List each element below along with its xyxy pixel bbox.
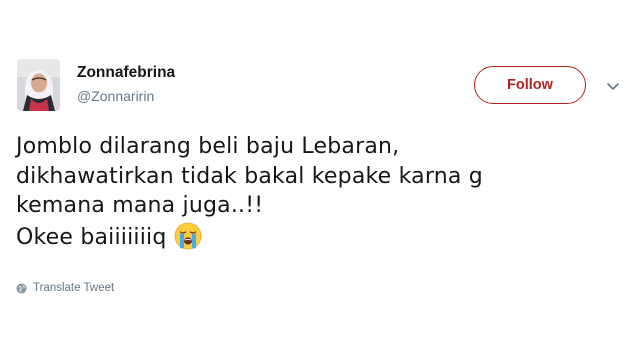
tweet-text: Jomblo dilarang beli baju Lebaran, dikha… (16, 132, 626, 252)
tweet-card: Zonnafebrina @Zonnaririn Follow Jomblo d… (0, 0, 640, 360)
chevron-down-icon[interactable] (605, 78, 621, 90)
tweet-line: dikhawatirkan tidak bakal kepake karna g (16, 163, 483, 189)
tweet-line-last: Okee baiiiiiiiq (16, 221, 626, 253)
follow-button[interactable]: Follow (474, 66, 586, 104)
tweet-line: Jomblo dilarang beli baju Lebaran, (16, 134, 400, 159)
avatar[interactable] (17, 59, 60, 111)
user-handle[interactable]: @Zonnaririn (77, 88, 154, 104)
loudly-crying-face-icon (173, 221, 203, 251)
globe-icon (16, 282, 27, 294)
translate-tweet-link[interactable]: Translate Tweet (16, 282, 114, 294)
tweet-line-text: Okee baiiiiiiiq (16, 224, 167, 250)
user-display-name[interactable]: Zonnafebrina (77, 64, 175, 82)
tweet-line: kemana mana juga..!! (16, 193, 264, 218)
translate-tweet-label[interactable]: Translate Tweet (33, 282, 114, 294)
